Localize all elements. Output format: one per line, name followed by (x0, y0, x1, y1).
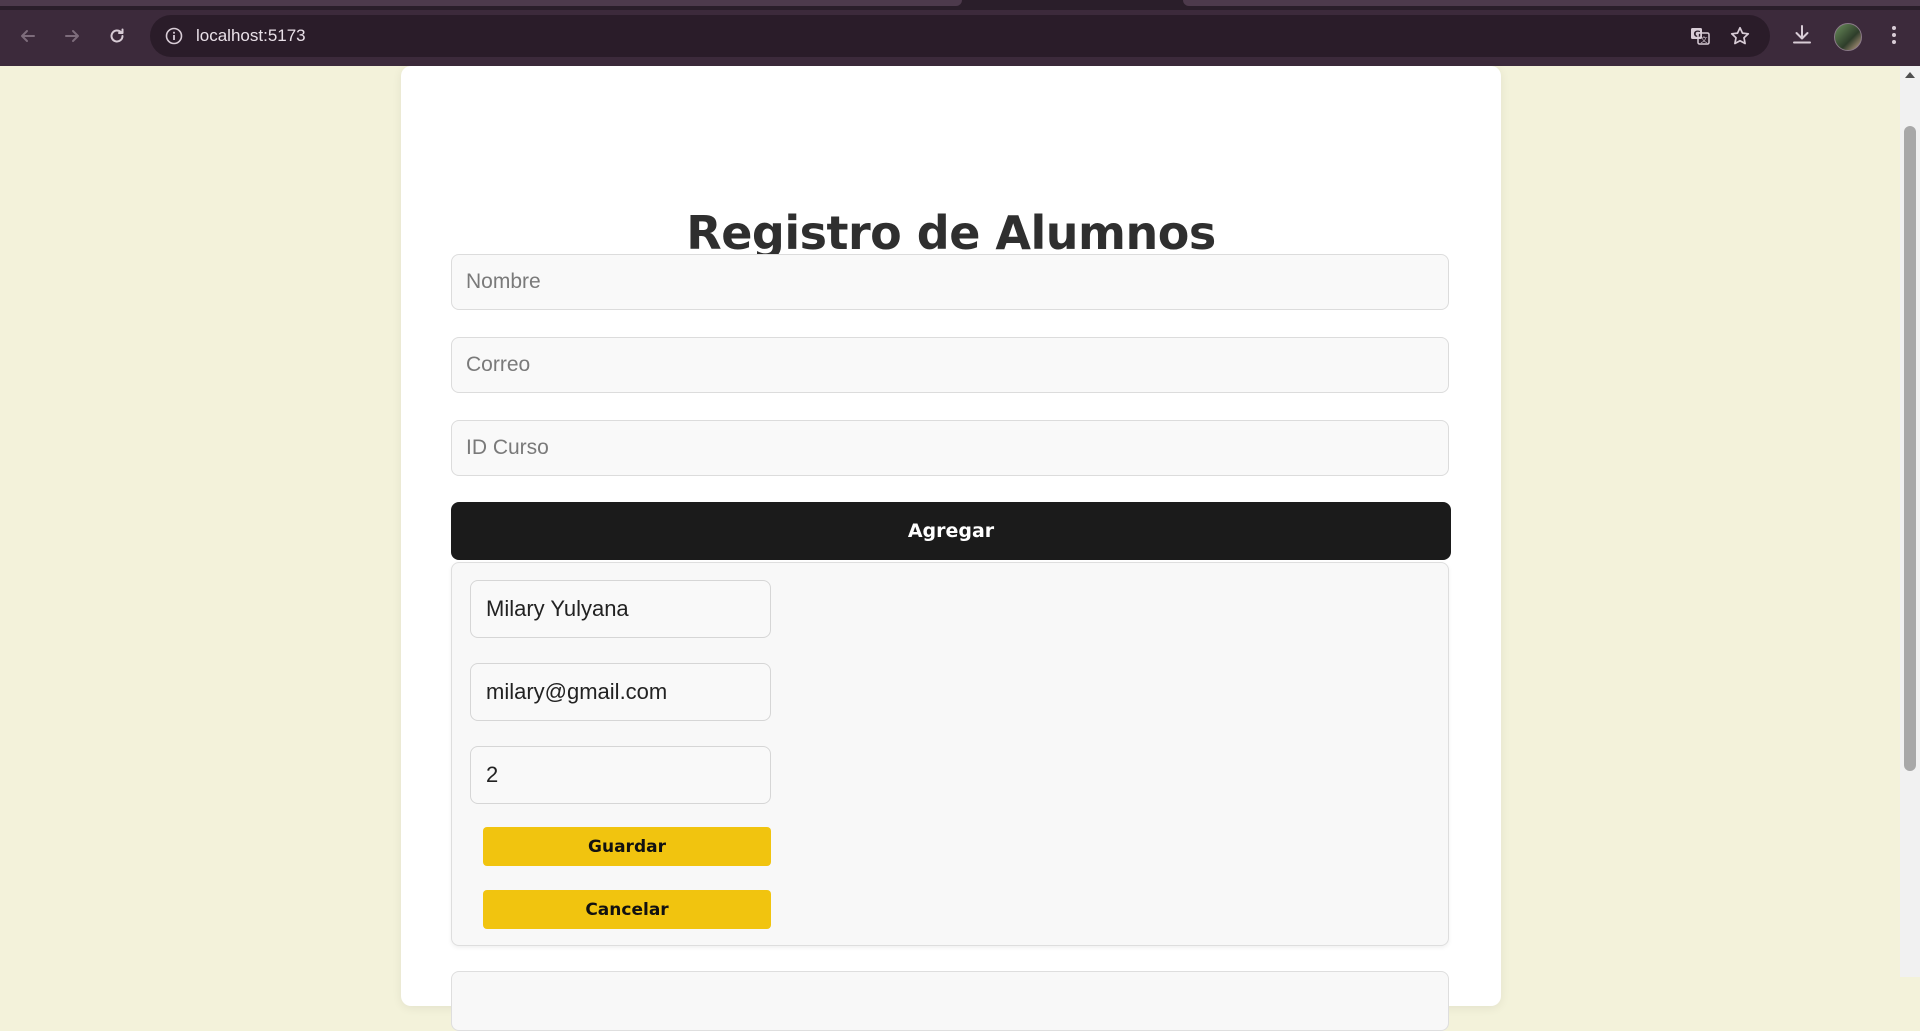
save-button[interactable]: Guardar (483, 827, 771, 866)
student-edit-item: Guardar Cancelar (451, 562, 1449, 946)
scrollbar-thumb[interactable] (1904, 126, 1916, 771)
tab-strip (0, 0, 1920, 10)
cancel-button[interactable]: Cancelar (483, 890, 771, 929)
page-scrollbar[interactable] (1900, 66, 1920, 977)
student-list-item (451, 971, 1449, 1031)
arrow-right-icon (65, 30, 79, 42)
translate-icon[interactable]: G 文 (1689, 25, 1711, 47)
tab-inactive[interactable] (0, 0, 962, 6)
arrow-left-icon (21, 30, 35, 42)
avatar[interactable] (1834, 23, 1862, 51)
reload-icon (110, 28, 124, 43)
forward-button[interactable] (58, 22, 86, 50)
svg-text:文: 文 (1701, 35, 1708, 44)
page-title: Registro de Alumnos (686, 206, 1216, 260)
star-icon[interactable] (1729, 25, 1751, 47)
url-text[interactable]: localhost:5173 (196, 15, 306, 57)
edit-id-curso-input[interactable] (470, 746, 771, 804)
more-vertical-icon[interactable] (1881, 22, 1907, 48)
tab-inactive[interactable] (1183, 0, 1920, 6)
registration-card: Registro de Alumnos Agregar Guardar Canc… (401, 66, 1501, 1031)
edit-nombre-input[interactable] (470, 580, 771, 638)
scroll-up-arrow-icon[interactable] (1905, 72, 1915, 78)
back-button[interactable] (14, 22, 42, 50)
edit-correo-input[interactable] (470, 663, 771, 721)
reload-button[interactable] (103, 22, 131, 50)
id-curso-input[interactable] (451, 420, 1449, 476)
address-bar[interactable]: localhost:5173 G 文 (150, 15, 1770, 57)
correo-input[interactable] (451, 337, 1449, 393)
nombre-input[interactable] (451, 254, 1449, 310)
download-icon[interactable] (1789, 22, 1815, 48)
info-icon[interactable] (164, 26, 184, 46)
add-button[interactable]: Agregar (451, 502, 1451, 560)
browser-toolbar: localhost:5173 G 文 (0, 0, 1920, 66)
